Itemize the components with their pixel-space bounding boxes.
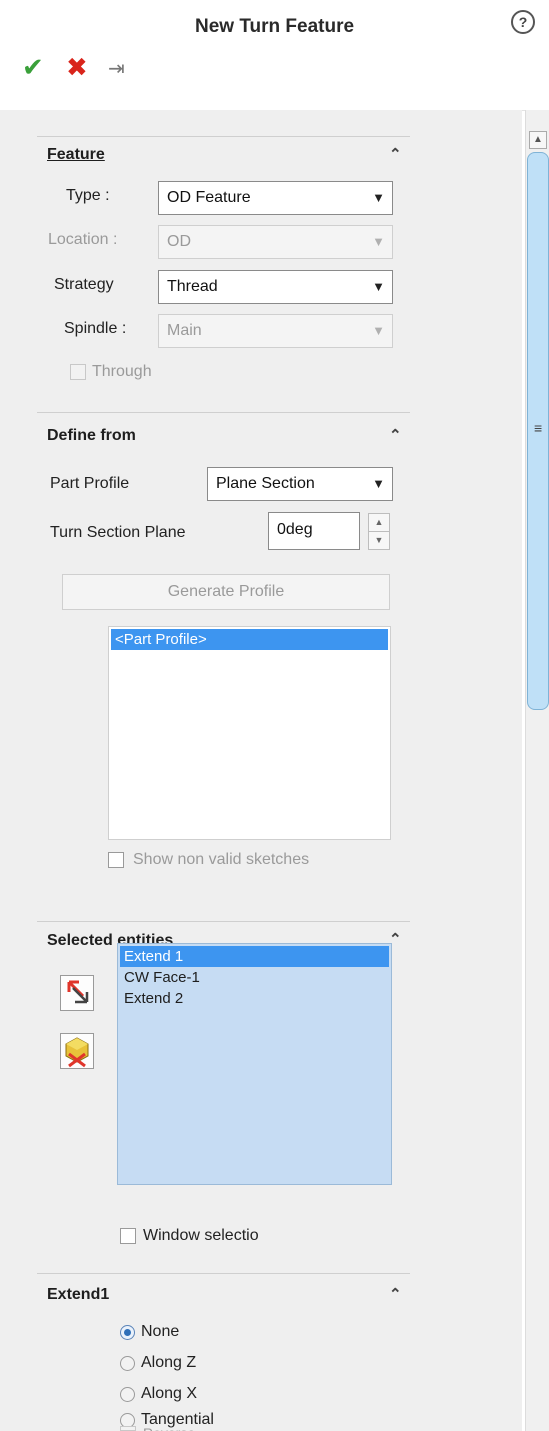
turn-section-plane-label: Turn Section Plane: [50, 524, 186, 541]
feature-section-title[interactable]: Feature: [47, 146, 105, 164]
profile-list[interactable]: <Part Profile>: [108, 626, 391, 840]
list-item[interactable]: Extend 2: [120, 988, 389, 1009]
scroll-grip-icon: ≡: [534, 420, 543, 436]
spindle-dropdown[interactable]: Main ▼: [158, 314, 393, 348]
dropdown-arrow-icon: ▼: [372, 234, 385, 249]
list-item[interactable]: Extend 1: [120, 946, 389, 967]
radio-along-z[interactable]: [120, 1356, 135, 1371]
collapse-chevron-icon[interactable]: ⌃: [389, 426, 402, 444]
dropdown-arrow-icon: ▼: [372, 323, 385, 338]
turn-section-plane-value: 0deg: [277, 521, 313, 538]
part-profile-label: Part Profile: [50, 475, 130, 492]
type-dropdown[interactable]: OD Feature ▼: [158, 181, 393, 215]
through-checkbox[interactable]: [70, 364, 86, 380]
ok-check-icon[interactable]: ✔: [22, 52, 44, 83]
list-item[interactable]: CW Face-1: [120, 967, 389, 988]
location-dropdown[interactable]: OD ▼: [158, 225, 393, 259]
location-dropdown-value: OD: [167, 233, 191, 250]
part-profile-dropdown-value: Plane Section: [216, 475, 315, 492]
generate-profile-button[interactable]: Generate Profile: [62, 574, 390, 610]
reverse-label: Reverse: [143, 1425, 195, 1431]
location-label: Location :: [48, 231, 118, 248]
spindle-label: Spindle :: [64, 320, 127, 337]
collapse-chevron-icon[interactable]: ⌃: [389, 1285, 402, 1303]
cancel-x-icon[interactable]: ✖: [66, 52, 88, 83]
dropdown-arrow-icon: ▼: [372, 190, 385, 205]
selected-entities-list[interactable]: Extend 1 CW Face-1 Extend 2: [117, 943, 392, 1185]
pin-icon[interactable]: ⇥: [108, 56, 125, 81]
define-from-section-title[interactable]: Define from: [47, 427, 136, 445]
type-dropdown-value: OD Feature: [167, 189, 251, 206]
strategy-dropdown-value: Thread: [167, 278, 218, 295]
type-label: Type :: [66, 187, 110, 204]
strategy-label: Strategy: [54, 276, 114, 293]
dropdown-arrow-icon: ▼: [372, 279, 385, 294]
help-icon[interactable]: ?: [511, 10, 535, 34]
spindle-dropdown-value: Main: [167, 322, 202, 339]
radio-none[interactable]: [120, 1325, 135, 1340]
page-title: New Turn Feature: [194, 16, 355, 37]
section-divider: [37, 1273, 410, 1274]
window-selection-checkbox[interactable]: [120, 1228, 136, 1244]
list-item[interactable]: <Part Profile>: [111, 629, 388, 650]
spin-down-arrow-icon[interactable]: ▼: [368, 531, 390, 550]
strategy-dropdown[interactable]: Thread ▼: [158, 270, 393, 304]
radio-along-x[interactable]: [120, 1387, 135, 1402]
show-non-valid-checkbox[interactable]: [108, 852, 124, 868]
reverse-direction-icon[interactable]: [60, 975, 94, 1011]
spin-up-arrow-icon[interactable]: ▲: [368, 513, 390, 532]
window-selection-label: Window selectio: [143, 1227, 259, 1244]
option-along-z-label: Along Z: [141, 1354, 197, 1371]
through-label: Through: [92, 363, 152, 380]
dropdown-arrow-icon: ▼: [372, 476, 385, 491]
part-profile-dropdown[interactable]: Plane Section ▼: [207, 467, 393, 501]
turn-section-plane-input[interactable]: 0deg: [268, 512, 360, 550]
option-none-label: None: [141, 1323, 180, 1340]
extend1-section-title[interactable]: Extend1: [47, 1286, 109, 1304]
show-non-valid-label: Show non valid sketches: [133, 851, 310, 868]
scroll-up-arrow-icon[interactable]: ▲: [529, 131, 547, 149]
delete-entities-icon[interactable]: [60, 1033, 94, 1069]
section-divider: [37, 136, 410, 137]
collapse-chevron-icon[interactable]: ⌃: [389, 145, 402, 163]
reverse-checkbox[interactable]: [120, 1426, 136, 1431]
section-divider: [37, 921, 410, 922]
option-along-x-label: Along X: [141, 1385, 198, 1402]
section-divider: [37, 412, 410, 413]
